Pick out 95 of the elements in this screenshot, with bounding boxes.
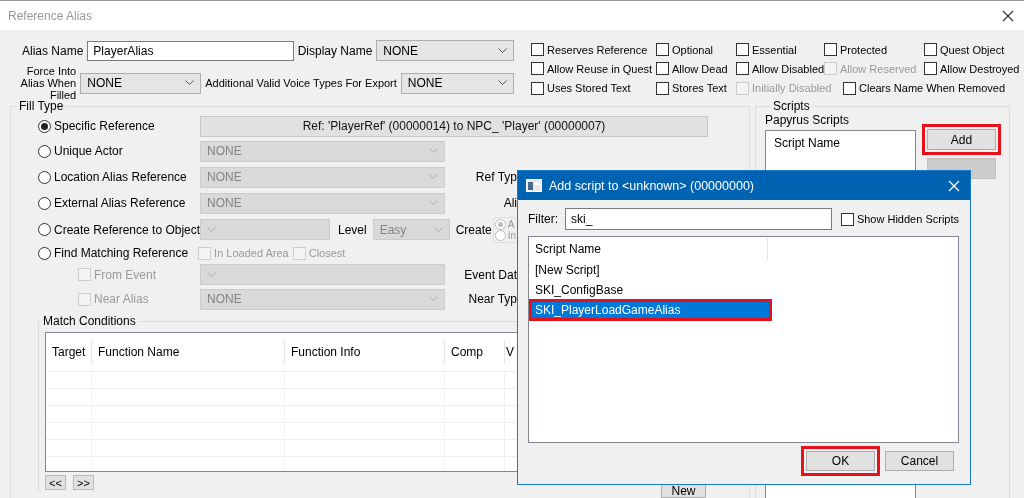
dialog-title: Add script to <unknown> (00000000) xyxy=(549,178,754,193)
radio-button[interactable] xyxy=(38,223,51,236)
checkbox-label: Uses Stored Text xyxy=(547,82,631,95)
radio-label: In xyxy=(507,229,517,241)
dropdown[interactable]: NONE xyxy=(80,72,202,94)
checkbox[interactable] xyxy=(924,43,937,57)
next-button[interactable]: >> xyxy=(73,475,94,490)
radio-button[interactable] xyxy=(38,196,51,210)
checkbox-label: Closest xyxy=(308,247,346,259)
chevron-down-icon xyxy=(498,47,507,54)
radio-label: Specific Reference xyxy=(54,119,155,133)
dialog-button[interactable]: OK xyxy=(806,451,875,471)
checkbox[interactable] xyxy=(656,81,669,95)
radio-label: Location Alias Reference xyxy=(54,170,187,184)
checkbox-label: Allow Dead xyxy=(672,63,728,75)
window-title: Reference Alias xyxy=(8,8,93,23)
checkbox[interactable] xyxy=(531,62,544,76)
radio-label: Unique Actor xyxy=(54,144,123,158)
field-label: Near Typ xyxy=(467,292,517,306)
list-item[interactable]: SKI_PlayerLoadGameAlias xyxy=(532,302,769,318)
chevron-down-icon xyxy=(429,296,438,302)
field-label: Display Name xyxy=(297,43,373,58)
checkbox-label: Show Hidden Scripts xyxy=(856,213,959,225)
chevron-down-icon xyxy=(429,174,438,180)
group-title: Scripts xyxy=(772,99,811,113)
field-label: Create xyxy=(455,222,492,237)
column-header[interactable]: Function Info xyxy=(285,340,445,364)
checkbox[interactable] xyxy=(824,43,837,57)
checkbox[interactable] xyxy=(924,62,937,76)
checkbox-label: Near Alias xyxy=(94,292,149,306)
list-item[interactable]: [New Script] xyxy=(532,262,769,278)
checkbox-label: Allow Reserved xyxy=(840,63,917,75)
field-label: Ref Typ xyxy=(474,170,517,184)
field-label: Alias Name xyxy=(22,43,84,58)
checkbox[interactable] xyxy=(840,212,854,226)
close-icon[interactable] xyxy=(1002,9,1014,22)
checkbox[interactable] xyxy=(531,43,544,57)
checkbox[interactable] xyxy=(736,43,749,57)
chevron-down-icon xyxy=(207,271,216,278)
list-item[interactable]: SKI_ConfigBase xyxy=(532,282,769,298)
field-label: Ali xyxy=(502,196,517,210)
chevron-down-icon xyxy=(498,80,507,86)
column-header[interactable]: Function Name xyxy=(92,340,285,364)
field-label: Force Into Alias When Filled xyxy=(19,65,77,101)
column-header[interactable]: Comp xyxy=(445,340,505,364)
checkbox[interactable] xyxy=(656,43,669,57)
chevron-down-icon xyxy=(429,200,438,206)
group-title: Match Conditions xyxy=(42,314,137,328)
column-header[interactable]: Script Name xyxy=(774,136,907,150)
checkbox-label: Allow Destroyed xyxy=(940,63,1020,75)
alias-name-field[interactable]: PlayerAlias xyxy=(87,40,294,61)
checkbox[interactable] xyxy=(736,62,749,76)
checkbox-label: Stores Text xyxy=(672,82,727,95)
chevron-down-icon xyxy=(429,148,438,154)
checkbox-label: Optional xyxy=(672,43,713,56)
dropdown[interactable]: NONE xyxy=(376,40,514,61)
filter-field[interactable]: ski_ xyxy=(565,208,832,230)
reference-button[interactable]: Ref: 'PlayerRef' (00000014) to NPC_ 'Player' (00000007) xyxy=(200,115,708,137)
dialog-button[interactable]: Cancel xyxy=(885,451,954,471)
radio-button[interactable] xyxy=(38,170,51,184)
checkbox-label: Initially Disabled xyxy=(752,82,832,95)
chevron-down-icon xyxy=(207,226,216,233)
group-title: Fill Type xyxy=(18,99,65,113)
checkbox-label: Essential xyxy=(752,43,797,56)
checkbox[interactable] xyxy=(656,62,669,76)
checkbox-label: Reserves Reference xyxy=(547,43,648,56)
radio-button[interactable] xyxy=(38,246,51,260)
radio-button[interactable] xyxy=(38,119,51,133)
chevron-down-icon xyxy=(433,226,443,233)
add-button[interactable]: Add xyxy=(927,129,996,150)
radio-label: External Alias Reference xyxy=(54,196,186,210)
checkbox-label: Clears Name When Removed xyxy=(859,82,1006,95)
checkbox[interactable] xyxy=(531,81,544,95)
field-label: Additional Valid Voice Types For Export xyxy=(205,77,397,89)
checkbox-label: Allow Disabled xyxy=(752,63,825,75)
radio-label: Find Matching Reference xyxy=(54,246,189,260)
checkbox-label: Allow Reuse in Quest xyxy=(547,63,653,75)
column-header[interactable]: Script Name xyxy=(529,238,768,260)
checkbox[interactable] xyxy=(843,81,856,95)
radio-label: Create Reference to Object xyxy=(54,222,201,237)
chevron-down-icon xyxy=(185,80,195,86)
checkbox-label: From Event xyxy=(94,267,156,282)
checkbox-label: Protected xyxy=(840,43,888,56)
checkbox-label: Quest Object xyxy=(940,43,1005,56)
checkbox-label: In Loaded Area xyxy=(214,247,289,259)
column-header[interactable]: Target xyxy=(46,340,92,364)
list-title: Papyrus Scripts xyxy=(765,113,851,127)
field-label: Filter: xyxy=(528,212,558,226)
field-label: Event Dat xyxy=(463,267,517,282)
radio-label: A xyxy=(507,218,515,230)
field-label: Level xyxy=(338,222,367,237)
window-icon xyxy=(526,179,542,192)
dropdown[interactable]: NONE xyxy=(400,72,514,94)
previous-button[interactable]: << xyxy=(45,475,66,490)
radio-button[interactable] xyxy=(38,144,51,158)
